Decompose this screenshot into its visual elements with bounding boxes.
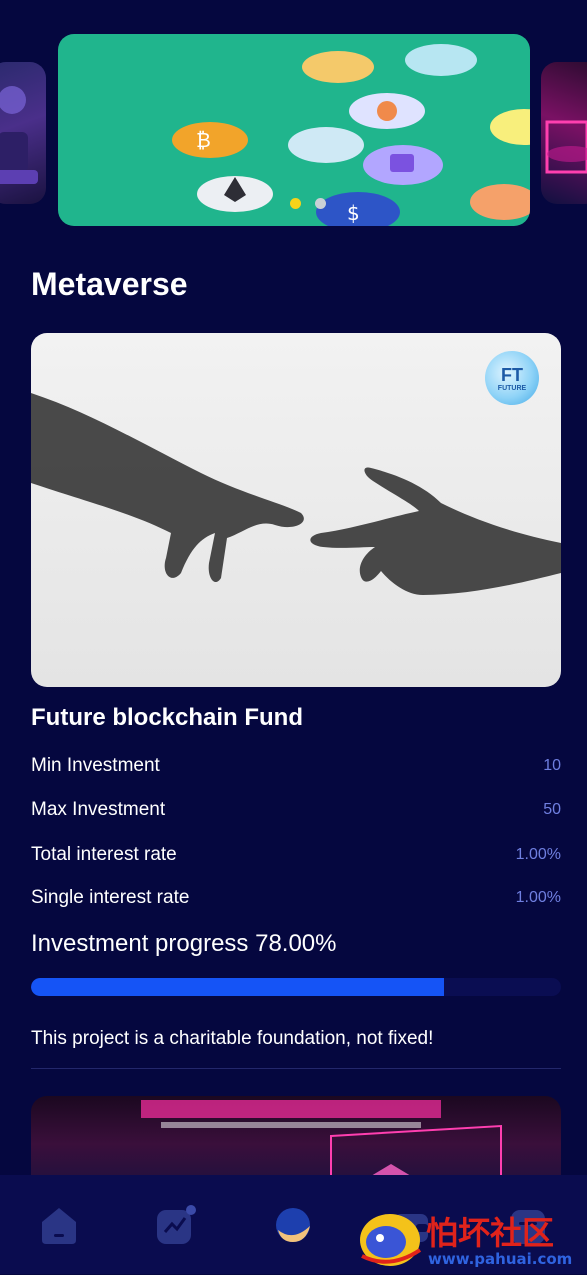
planet-icon bbox=[276, 1207, 311, 1242]
max-investment-value: 50 bbox=[543, 801, 561, 818]
project-note: This project is a charitable foundation,… bbox=[31, 1028, 434, 1049]
carousel-dot-active[interactable] bbox=[290, 198, 301, 209]
min-investment-label: Min Investment bbox=[31, 755, 160, 776]
divider bbox=[31, 1068, 561, 1069]
single-interest-label: Single interest rate bbox=[31, 887, 190, 908]
tab-home[interactable] bbox=[29, 1195, 89, 1255]
banner-carousel[interactable]: ₿ $ bbox=[0, 0, 587, 240]
watermark-text: 怕坏社区 bbox=[426, 1214, 555, 1252]
section-title: Metaverse bbox=[31, 266, 188, 302]
hands-reaching-image bbox=[31, 393, 561, 595]
svg-text:₿: ₿ bbox=[196, 128, 211, 152]
tab-metaverse[interactable] bbox=[263, 1195, 323, 1255]
fund-title: Future blockchain Fund bbox=[31, 704, 304, 731]
carousel-dot[interactable] bbox=[315, 198, 326, 209]
brand-logo-subtext: FUTURE bbox=[497, 385, 527, 392]
carousel-slide-active[interactable]: ₿ $ bbox=[58, 34, 530, 226]
fund-image[interactable]: FT FUTURE bbox=[31, 333, 561, 687]
carousel-slide-next[interactable] bbox=[541, 62, 587, 204]
metaverse-banner-image bbox=[0, 86, 38, 184]
single-interest-row: Single interest rate 1.00% bbox=[31, 886, 561, 910]
investment-progress-label: Investment progress 78.00% bbox=[31, 930, 337, 957]
brand-logo-text: FT bbox=[501, 365, 523, 385]
carousel-slide-prev[interactable] bbox=[0, 62, 46, 204]
total-interest-label: Total interest rate bbox=[31, 844, 177, 865]
single-interest-value: 1.00% bbox=[515, 889, 561, 906]
max-investment-row: Max Investment 50 bbox=[31, 798, 561, 822]
trend-chart-icon bbox=[157, 1204, 197, 1244]
investment-progress-fill bbox=[31, 978, 445, 996]
brand-logo: FT FUTURE bbox=[485, 351, 539, 405]
total-interest-value: 1.00% bbox=[515, 846, 561, 863]
watermark-url: www.pahuai.com bbox=[428, 1250, 573, 1268]
watermark: 怕坏社区 www.pahuai.com bbox=[356, 1208, 582, 1270]
home-icon bbox=[41, 1207, 76, 1244]
min-investment-value: 10 bbox=[543, 757, 561, 774]
carousel-indicators bbox=[290, 198, 326, 209]
total-interest-row: Total interest rate 1.00% bbox=[31, 843, 561, 867]
neon-banner-image bbox=[545, 120, 587, 174]
investment-progress-bar bbox=[31, 978, 561, 996]
tab-market[interactable] bbox=[146, 1195, 206, 1255]
max-investment-label: Max Investment bbox=[31, 799, 166, 820]
svg-text:$: $ bbox=[347, 201, 360, 225]
min-investment-row: Min Investment 10 bbox=[31, 754, 561, 778]
